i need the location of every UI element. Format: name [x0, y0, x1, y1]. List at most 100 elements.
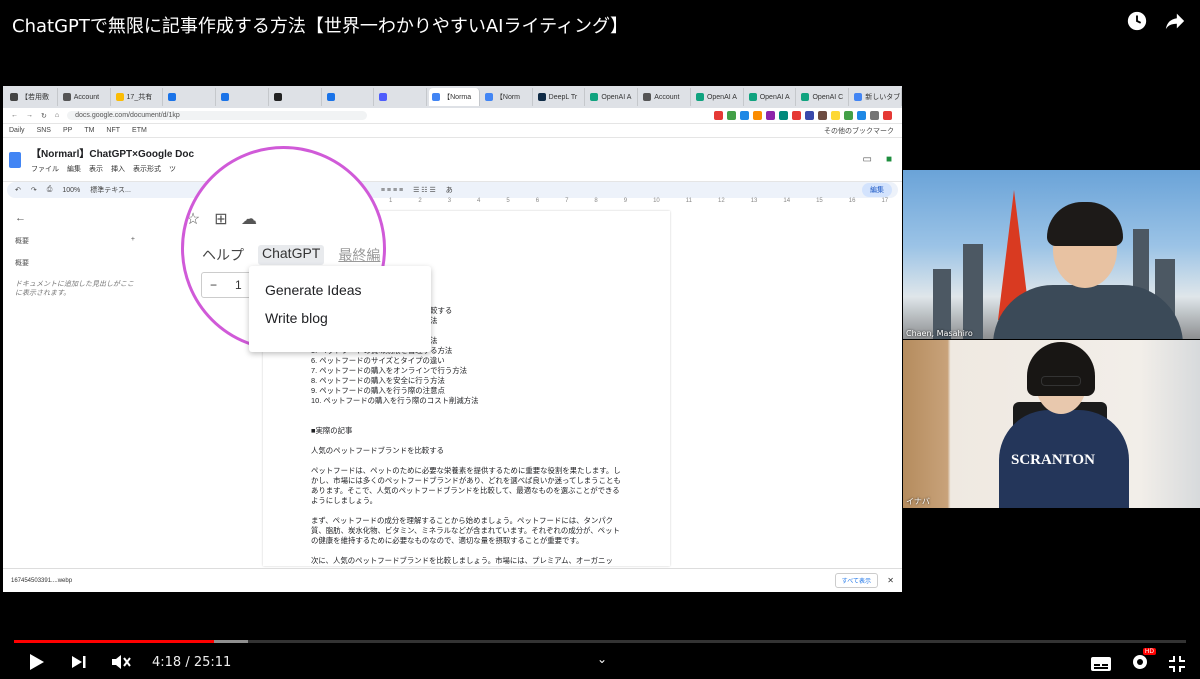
- bookmark-folder[interactable]: PP: [63, 127, 72, 134]
- font-size-value[interactable]: 1: [235, 278, 242, 292]
- bookmark-folder[interactable]: NFT: [106, 127, 120, 134]
- redo-icon[interactable]: ↷: [31, 186, 37, 194]
- browser-tab[interactable]: [376, 88, 428, 106]
- editing-mode-button[interactable]: 編集: [862, 183, 892, 197]
- last-edit-link[interactable]: 最終編: [338, 245, 380, 265]
- star-icon[interactable]: ☆: [184, 211, 202, 229]
- watch-later-icon[interactable]: [1126, 10, 1148, 32]
- browser-tab[interactable]: Account: [59, 88, 111, 106]
- ruler-tick: 15: [816, 198, 823, 204]
- doc-menu-item[interactable]: 編集: [67, 164, 81, 174]
- extension-icon[interactable]: [870, 111, 879, 120]
- extension-icon[interactable]: [857, 111, 866, 120]
- style-select[interactable]: 標準テキス...: [90, 185, 131, 195]
- close-icon[interactable]: ✕: [887, 576, 894, 585]
- back-icon[interactable]: ←: [11, 112, 18, 119]
- doc-title[interactable]: 【Normarl】ChatGPT×Google Doc: [31, 145, 194, 160]
- doc-menu-item[interactable]: ファイル: [31, 164, 59, 174]
- meet-icon[interactable]: ■: [886, 154, 892, 165]
- reload-icon[interactable]: ↻: [41, 112, 47, 120]
- tab-favicon-icon: [62, 93, 71, 101]
- browser-tab[interactable]: 新しいタブ: [851, 88, 902, 106]
- browser-tab[interactable]: Account: [640, 88, 691, 106]
- extension-icon[interactable]: [805, 111, 814, 120]
- doc-menu-item[interactable]: 表示: [89, 164, 103, 174]
- progress-bar[interactable]: [14, 640, 1186, 643]
- menu-chatgpt[interactable]: ChatGPT: [258, 245, 325, 265]
- extension-icon[interactable]: [753, 111, 762, 120]
- print-icon[interactable]: ⎙: [47, 186, 53, 194]
- video-title[interactable]: ChatGPTで無限に記事作成する方法【世界一わかりやすいAIライティング】: [12, 12, 628, 38]
- share-icon[interactable]: [1164, 10, 1186, 32]
- doc-menu-item[interactable]: ツ: [169, 164, 176, 174]
- url-field[interactable]: docs.google.com/document/d/1kp: [67, 111, 368, 120]
- next-button[interactable]: [68, 651, 90, 673]
- ruler-tick: 5: [506, 198, 510, 204]
- browser-tab[interactable]: OpenAI A: [692, 88, 744, 106]
- extension-icon[interactable]: [883, 111, 892, 120]
- address-bar: ← → ↻ ⌂ docs.google.com/document/d/1kp: [3, 108, 902, 124]
- show-all-button[interactable]: すべて表示: [834, 573, 878, 588]
- browser-tab[interactable]: OpenAI A: [587, 88, 639, 106]
- browser-tab[interactable]: [270, 88, 322, 106]
- settings-button[interactable]: HD: [1130, 648, 1156, 676]
- browser-tab[interactable]: DeepL Tr: [534, 88, 586, 106]
- write-blog-item[interactable]: Write blog: [249, 304, 431, 332]
- extension-icon[interactable]: [792, 111, 801, 120]
- mute-button[interactable]: [110, 651, 132, 673]
- forward-icon[interactable]: →: [26, 112, 33, 119]
- extension-icon[interactable]: [727, 111, 736, 120]
- zoom-select[interactable]: 100%: [62, 187, 80, 194]
- magnifier-icons: ☆ ⊞ ☁: [184, 211, 383, 229]
- extension-icon[interactable]: [766, 111, 775, 120]
- tab-label: Account: [73, 93, 100, 101]
- extension-icon[interactable]: [740, 111, 749, 120]
- bookmark-folder[interactable]: ETM: [132, 127, 147, 134]
- doc-menu-item[interactable]: 挿入: [111, 164, 125, 174]
- extension-icon[interactable]: [844, 111, 853, 120]
- back-arrow-icon[interactable]: ←: [15, 212, 153, 224]
- browser-tab[interactable]: 17_共有: [112, 88, 164, 106]
- browser-tab[interactable]: [218, 88, 269, 106]
- home-icon[interactable]: ⌂: [55, 112, 59, 119]
- input-tools-icon[interactable]: あ: [446, 185, 453, 195]
- bookmark-folder[interactable]: SNS: [37, 127, 51, 134]
- browser-tab[interactable]: OpenAI A: [745, 88, 797, 106]
- align-icons[interactable]: ≡ ≡ ≡ ≡: [381, 187, 403, 194]
- top-actions: [1126, 10, 1186, 32]
- chevron-down-icon[interactable]: ⌄: [597, 652, 607, 666]
- download-item[interactable]: 167454503391....webp: [11, 578, 72, 584]
- play-button[interactable]: [26, 651, 48, 673]
- browser-tab[interactable]: 【若用敷: [7, 88, 58, 106]
- move-to-folder-icon[interactable]: ⊞: [212, 211, 230, 229]
- generate-ideas-item[interactable]: Generate Ideas: [249, 276, 431, 304]
- ruler-tick: 13: [750, 198, 758, 204]
- browser-tab[interactable]: [165, 88, 217, 106]
- exit-fullscreen-icon[interactable]: [1168, 655, 1186, 673]
- docs-logo-icon[interactable]: [9, 151, 21, 168]
- comment-icon[interactable]: ▭: [863, 154, 872, 165]
- ruler-tick: 1: [389, 198, 393, 204]
- ruler-tick: 11: [685, 198, 693, 204]
- decrease-icon[interactable]: −: [210, 278, 217, 292]
- browser-tab[interactable]: OpenAI C: [798, 88, 850, 106]
- extension-icon[interactable]: [779, 111, 788, 120]
- menu-help[interactable]: ヘルプ: [202, 245, 244, 265]
- tab-label: 17_共有: [126, 94, 153, 101]
- doc-menu-item[interactable]: 表示形式: [133, 164, 161, 174]
- other-bookmarks[interactable]: その他のブックマーク: [824, 126, 902, 136]
- browser-tab[interactable]: 【Norma: [429, 88, 480, 106]
- bookmark-folder[interactable]: Daily: [9, 127, 25, 134]
- extension-icon[interactable]: [818, 111, 827, 120]
- undo-icon[interactable]: ↶: [15, 186, 21, 194]
- bookmark-folder[interactable]: TM: [84, 127, 94, 134]
- list-icons[interactable]: ☰ ☷ ☰: [413, 186, 436, 194]
- webcam-host: Chaen, Masahiro: [903, 170, 1200, 339]
- extension-icon[interactable]: [831, 111, 840, 120]
- play-icon: [30, 654, 44, 670]
- browser-tab[interactable]: 【Norm: [481, 88, 533, 106]
- add-summary-icon[interactable]: +: [131, 236, 135, 246]
- browser-tab[interactable]: [323, 88, 375, 106]
- subtitles-icon[interactable]: [1090, 656, 1112, 672]
- extension-icon[interactable]: [714, 111, 723, 120]
